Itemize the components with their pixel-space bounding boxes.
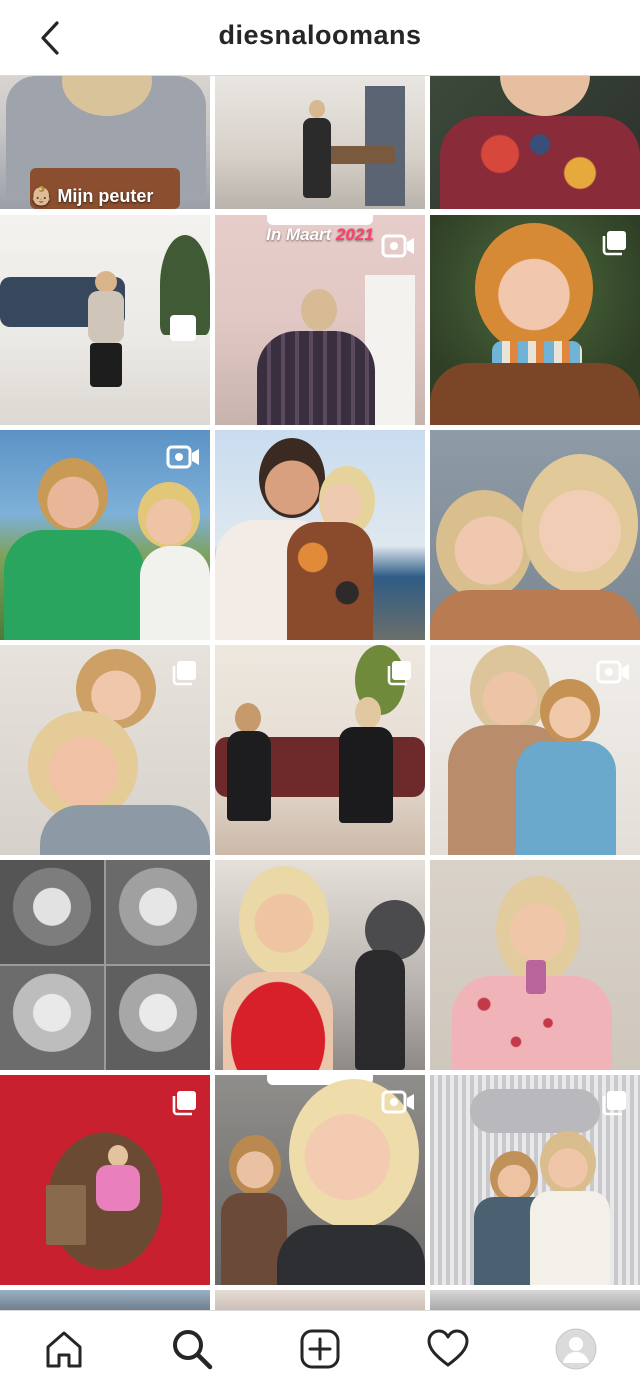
overlay-text-main: In Maart: [266, 225, 332, 244]
carousel-icon: [387, 661, 411, 686]
post-photo-subject-2: [530, 1191, 610, 1285]
grid-post-partial-2[interactable]: [215, 1290, 425, 1310]
grid-post-7[interactable]: [0, 430, 210, 640]
post-photo-head: [95, 271, 117, 293]
post-photo-subject-2: [355, 950, 405, 1070]
grid-post-4[interactable]: [0, 215, 210, 425]
grid-post-1[interactable]: 👶🏼 Mijn peuter: [0, 76, 210, 209]
grid-post-15[interactable]: [430, 860, 640, 1070]
profile-avatar: [555, 1328, 597, 1370]
search-icon: [173, 1330, 213, 1370]
grid-post-18[interactable]: [430, 1075, 640, 1285]
post-photo-table: [325, 146, 395, 164]
grid-post-11[interactable]: [215, 645, 425, 855]
video-icon: [166, 445, 199, 469]
post-photo-pot: [170, 315, 196, 341]
post-photo-panel-2: [106, 860, 210, 964]
post-grid: 👶🏼 Mijn peuter In Maart 2021: [0, 76, 640, 1310]
post-photo-head: [309, 100, 325, 118]
post-photo-head: [108, 1145, 128, 1167]
carousel-icon: [172, 661, 196, 686]
new-post-icon: [300, 1329, 340, 1369]
home-icon: [46, 1331, 82, 1368]
nav-activity[interactable]: [426, 1327, 470, 1371]
post-photo-head: [470, 645, 550, 735]
post-photo-top: [440, 116, 640, 209]
post-top-strip: [267, 215, 373, 225]
post-photo-subject-2: [516, 741, 616, 855]
post-photo-subject: [88, 291, 124, 343]
post-photo-head-2: [540, 1131, 596, 1195]
post-photo-head-2: [540, 679, 600, 743]
post-photo-subject-2: [140, 546, 210, 640]
post-photo-subject-2: [287, 522, 373, 640]
post-photo-subject-2: [339, 727, 393, 823]
grid-post-2[interactable]: [215, 76, 425, 209]
post-photo-subject: [277, 1225, 425, 1285]
post-photo-boxes: [46, 1185, 86, 1245]
post-photo-head-2: [138, 482, 200, 548]
grid-post-13[interactable]: [0, 860, 210, 1070]
nav-profile[interactable]: [554, 1327, 598, 1371]
post-photo-panel-3: [0, 966, 104, 1070]
post-photo-subject: [223, 972, 333, 1070]
post-photo-subject: [96, 1165, 140, 1211]
overlay-text-accent: 2021: [336, 225, 374, 244]
grid-post-17[interactable]: [215, 1075, 425, 1285]
profile-username-title: diesnaloomans: [218, 20, 422, 50]
grid-post-12[interactable]: [430, 645, 640, 855]
grid-post-16[interactable]: [0, 1075, 210, 1285]
post-photo-head: [490, 1151, 538, 1203]
post-photo-head: [38, 458, 108, 532]
grid-post-partial-3[interactable]: [430, 1290, 640, 1310]
post-photo-head: [259, 438, 325, 518]
video-icon: [596, 660, 629, 684]
post-photo-subject: [257, 331, 375, 425]
post-photo-head-2: [522, 454, 638, 594]
post-photo-balloons: [470, 1089, 600, 1133]
post-photo-head: [475, 223, 593, 353]
post-photo-drink: [526, 960, 546, 994]
carousel-icon: [602, 1091, 626, 1116]
grid-post-10[interactable]: [0, 645, 210, 855]
grid-post-9[interactable]: [430, 430, 640, 640]
grid-post-3[interactable]: [430, 76, 640, 209]
post-photo-subject: [227, 731, 271, 821]
bottom-navigation: [0, 1310, 640, 1386]
video-icon: [381, 1090, 414, 1114]
post-photo-head: [301, 289, 337, 331]
post-photo-head: [239, 866, 329, 976]
nav-search[interactable]: [170, 1327, 214, 1371]
post-photo-head-2: [355, 697, 381, 729]
top-header: diesnaloomans: [0, 0, 640, 76]
post-photo-subject: [303, 118, 331, 198]
carousel-icon: [602, 231, 626, 256]
nav-new-post[interactable]: [298, 1327, 342, 1371]
post-photo-head: [235, 703, 261, 733]
post-photo-boots: [90, 343, 122, 387]
grid-post-5[interactable]: In Maart 2021: [215, 215, 425, 425]
post-photo-subject: [4, 530, 144, 640]
nav-home[interactable]: [42, 1327, 86, 1371]
post-photo-jacket: [430, 363, 640, 425]
post-caption: 👶🏼 Mijn peuter: [30, 186, 154, 206]
grid-post-14[interactable]: [215, 860, 425, 1070]
post-photo-panel-4: [106, 966, 210, 1070]
post-photo-face: [500, 76, 590, 116]
post-photo-head: [436, 490, 532, 600]
post-photo-subject: [40, 805, 210, 855]
activity-heart-icon: [427, 1329, 469, 1367]
video-icon: [381, 234, 414, 258]
post-photo-panel-1: [0, 860, 104, 964]
grid-post-partial-1[interactable]: [0, 1290, 210, 1310]
grid-post-6[interactable]: [430, 215, 640, 425]
grid-post-8[interactable]: [215, 430, 425, 640]
carousel-icon: [172, 1091, 196, 1116]
post-photo-subject: [430, 590, 640, 640]
post-photo-head-2: [229, 1135, 281, 1195]
